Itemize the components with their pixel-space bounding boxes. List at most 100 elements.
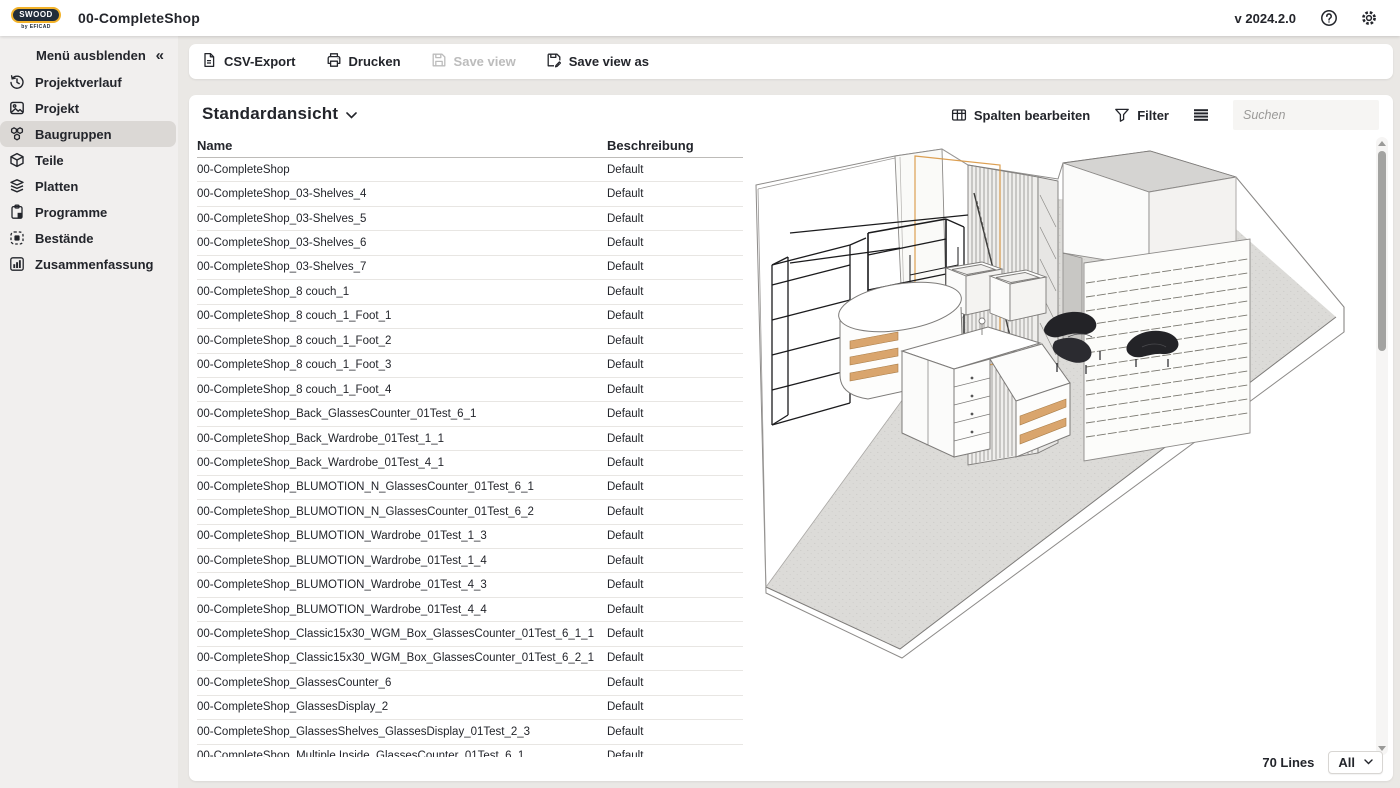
table-row[interactable]: 00-CompleteShop_8 couch_1 Default [197,280,743,304]
history-icon [9,74,25,90]
row-name-cell: 00-CompleteShop_8 couch_1_Foot_3 [197,359,607,371]
column-header-name[interactable]: Name [197,138,607,153]
table-row[interactable]: 00-CompleteShop_03-Shelves_7 Default [197,256,743,280]
page-size-select[interactable]: All [1328,751,1383,774]
table-row[interactable]: 00-CompleteShop_Multiple Inside_GlassesC… [197,745,743,758]
lines-count-label: 70 Lines [1262,755,1314,770]
row-density-button[interactable] [1193,107,1209,123]
row-description-cell: Default [607,555,743,567]
row-description-cell: Default [607,457,743,469]
row-description-cell: Default [607,481,743,493]
swood-logo: SWOOD by EFICAD [12,7,60,30]
sidebar-item-label: Zusammenfassung [35,257,153,272]
table-row[interactable]: 00-CompleteShop_BLUMOTION_Wardrobe_01Tes… [197,549,743,573]
table-row[interactable]: 00-CompleteShop_03-Shelves_4 Default [197,182,743,206]
columns-icon [951,107,967,123]
row-description-cell: Default [607,286,743,298]
table-row[interactable]: 00-CompleteShop_BLUMOTION_N_GlassesCount… [197,500,743,524]
table-header: Name Beschreibung [197,133,743,158]
column-header-beschreibung[interactable]: Beschreibung [607,138,743,153]
sidebar-item-platten[interactable]: Platten [0,173,176,199]
row-name-cell: 00-CompleteShop_03-Shelves_7 [197,261,607,273]
image-icon [9,100,25,116]
row-name-cell: 00-CompleteShop_BLUMOTION_Wardrobe_01Tes… [197,530,607,542]
row-name-cell: 00-CompleteShop_BLUMOTION_Wardrobe_01Tes… [197,579,607,591]
table-row[interactable]: 00-CompleteShop_GlassesCounter_6 Default [197,671,743,695]
table-row[interactable]: 00-CompleteShop_03-Shelves_6 Default [197,231,743,255]
table-row[interactable]: 00-CompleteShop_BLUMOTION_Wardrobe_01Tes… [197,598,743,622]
row-name-cell: 00-CompleteShop_Multiple Inside_GlassesC… [197,750,607,757]
density-lines-icon [1193,107,1209,123]
table-row[interactable]: 00-CompleteShop_BLUMOTION_N_GlassesCount… [197,476,743,500]
assemblies-table: Name Beschreibung 00-CompleteShop Defaul… [197,133,743,757]
chevron-down-icon [346,112,357,119]
table-row[interactable]: 00-CompleteShop_BLUMOTION_Wardrobe_01Tes… [197,525,743,549]
vertical-scrollbar[interactable] [1376,137,1388,755]
sidebar-item-baugruppen[interactable]: Baugruppen [0,121,176,147]
table-row[interactable]: 00-CompleteShop_Back_Wardrobe_01Test_1_1… [197,427,743,451]
sidebar-item-label: Projekt [35,101,79,116]
row-name-cell: 00-CompleteShop_Back_Wardrobe_01Test_4_1 [197,457,607,469]
save-view-icon [431,52,447,71]
settings-gear-icon[interactable] [1360,9,1378,27]
row-description-cell: Default [607,188,743,200]
table-row[interactable]: 00-CompleteShop_BLUMOTION_Wardrobe_01Tes… [197,573,743,597]
save-view-as-button[interactable]: Save view as [546,52,649,71]
help-icon[interactable] [1320,9,1338,27]
table-row[interactable]: 00-CompleteShop Default [197,158,743,182]
table-row[interactable]: 00-CompleteShop_03-Shelves_5 Default [197,207,743,231]
scrollbar-thumb[interactable] [1378,151,1386,351]
table-row[interactable]: 00-CompleteShop_GlassesShelves_GlassesDi… [197,720,743,744]
table-row[interactable]: 00-CompleteShop_Back_Wardrobe_01Test_4_1… [197,451,743,475]
csv-export-button[interactable]: CSV-Export [201,52,296,71]
sidebar-item-teile[interactable]: Teile [0,147,176,173]
table-row[interactable]: 00-CompleteShop_8 couch_1_Foot_4 Default [197,378,743,402]
table-row[interactable]: 00-CompleteShop_Classic15x30_WGM_Box_Gla… [197,647,743,671]
version-label: v 2024.2.0 [1235,11,1296,26]
save-view-button[interactable]: Save view [431,52,516,71]
toolbar: CSV-Export Drucken Save view Save view a… [189,44,1393,79]
row-description-cell: Default [607,506,743,518]
scroll-up-arrow-icon[interactable] [1378,141,1386,146]
row-description-cell: Default [607,213,743,225]
row-description-cell: Default [607,750,743,757]
row-name-cell: 00-CompleteShop_03-Shelves_6 [197,237,607,249]
swood-logo-subtext: by EFICAD [21,24,50,30]
view-selector[interactable]: Standardansicht [202,104,357,124]
assembly-3d-preview[interactable] [749,135,1371,755]
row-name-cell: 00-CompleteShop_GlassesDisplay_2 [197,701,607,713]
sidebar-item-zusammenfassung[interactable]: Zusammenfassung [0,251,176,277]
sidebar-item-projektverlauf[interactable]: Projektverlauf [0,69,176,95]
filter-label: Filter [1137,108,1169,123]
row-name-cell: 00-CompleteShop_GlassesCounter_6 [197,677,607,689]
filter-icon [1114,107,1130,123]
cube-icon [9,152,25,168]
row-description-cell: Default [607,335,743,347]
table-row[interactable]: 00-CompleteShop_GlassesDisplay_2 Default [197,696,743,720]
collapse-sidebar-icon[interactable]: « [156,49,164,63]
search-input[interactable] [1233,100,1379,130]
row-description-cell: Default [607,677,743,689]
row-name-cell: 00-CompleteShop_8 couch_1_Foot_1 [197,310,607,322]
table-row[interactable]: 00-CompleteShop_8 couch_1_Foot_2 Default [197,329,743,353]
print-button[interactable]: Drucken [326,52,401,71]
row-name-cell: 00-CompleteShop_BLUMOTION_N_GlassesCount… [197,481,607,493]
hide-menu-label[interactable]: Menü ausblenden [36,48,156,63]
sidebar: Menü ausblenden « Projektverlauf Projekt [0,36,178,788]
sidebar-item-programme[interactable]: Programme [0,199,176,225]
assembly-icon [9,126,25,142]
table-row[interactable]: 00-CompleteShop_8 couch_1_Foot_3 Default [197,354,743,378]
edit-columns-button[interactable]: Spalten bearbeiten [951,107,1090,123]
table-row[interactable]: 00-CompleteShop_8 couch_1_Foot_1 Default [197,305,743,329]
sidebar-item-projekt[interactable]: Projekt [0,95,176,121]
row-name-cell: 00-CompleteShop_8 couch_1 [197,286,607,298]
app-header: SWOOD by EFICAD 00-CompleteShop v 2024.2… [0,0,1400,36]
row-description-cell: Default [607,384,743,396]
sidebar-item-bestaende[interactable]: Bestände [0,225,176,251]
sidebar-item-label: Projektverlauf [35,75,122,90]
filter-button[interactable]: Filter [1114,107,1169,123]
table-row[interactable]: 00-CompleteShop_Back_GlassesCounter_01Te… [197,402,743,426]
edit-columns-label: Spalten bearbeiten [974,108,1090,123]
sidebar-item-label: Programme [35,205,107,220]
table-row[interactable]: 00-CompleteShop_Classic15x30_WGM_Box_Gla… [197,622,743,646]
